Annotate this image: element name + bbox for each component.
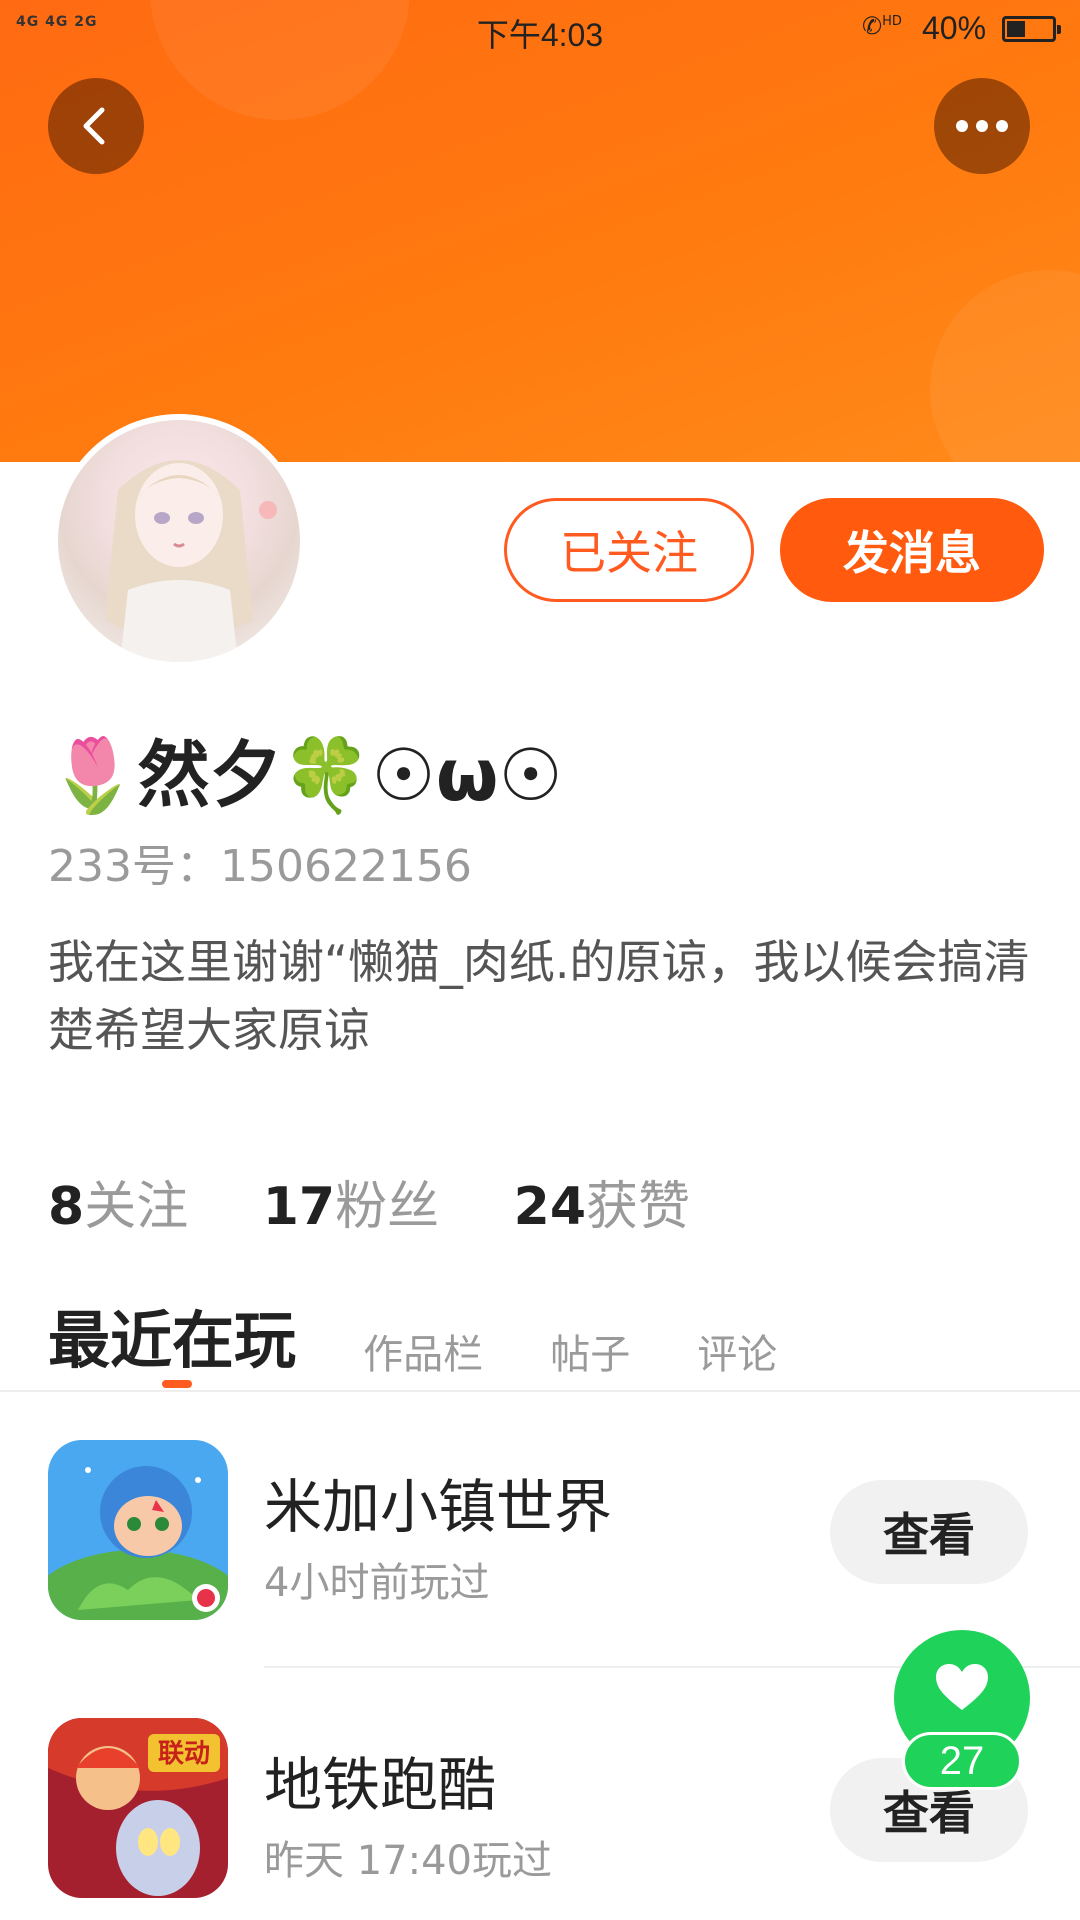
active-tab-indicator — [162, 1380, 192, 1388]
collab-badge: 联动 — [158, 1739, 210, 1769]
tab-divider — [0, 1390, 1080, 1392]
header-decoration — [930, 270, 1080, 462]
profile-tabs: 最近在玩 作品栏 帖子 评论 — [48, 1290, 839, 1380]
game-name: 米加小镇世界 — [264, 1473, 613, 1541]
status-time: 下午4:03 — [476, 17, 604, 53]
game-icon: 联动 — [48, 1718, 228, 1898]
stats-bar: 8关注 17粉丝 24获赞 — [48, 1164, 748, 1239]
tab-comments[interactable]: 评论 — [697, 1322, 777, 1380]
battery-icon — [1002, 16, 1061, 42]
call-label: HD — [882, 14, 902, 29]
heart-icon — [936, 1664, 988, 1710]
status-bar: 4G 4G 2G 下午4:03 ✆HD 40% — [0, 0, 1080, 60]
stat-value: 17 — [262, 1177, 336, 1237]
nickname: 🌷然夕🍀☉ω☉ — [48, 733, 563, 817]
battery-fill — [1007, 21, 1025, 37]
game-last-played: 昨天 17:40玩过 — [264, 1838, 552, 1884]
stat-following[interactable]: 8关注 — [48, 1164, 188, 1239]
more-dots-icon — [956, 120, 1008, 132]
stat-value: 8 — [48, 1177, 85, 1237]
stat-fans[interactable]: 17粉丝 — [263, 1164, 439, 1239]
game-last-played: 4小时前玩过 — [264, 1560, 490, 1606]
avatar-image — [58, 420, 300, 662]
back-button[interactable] — [48, 78, 144, 174]
battery-percent: 40% — [922, 10, 987, 46]
tab-posts[interactable]: 帖子 — [550, 1322, 630, 1380]
user-bio: 我在这里谢谢“懒猫_肉纸.的原谅，我以候会搞清楚希望大家原谅 — [48, 935, 1030, 1057]
phone-hd-icon: ✆HD — [862, 12, 902, 40]
following-button[interactable]: 已关注 — [504, 498, 754, 602]
tab-works[interactable]: 作品栏 — [363, 1322, 483, 1380]
game-icon — [48, 1440, 228, 1620]
chevron-left-icon — [83, 107, 105, 145]
game-name: 地铁跑酷 — [264, 1751, 497, 1819]
send-message-button[interactable]: 发消息 — [780, 498, 1044, 602]
tab-recently-played[interactable]: 最近在玩 — [48, 1290, 296, 1380]
profile-header-background — [0, 0, 1080, 462]
user-id: 233号：150622156 — [48, 841, 472, 892]
game-list-item[interactable]: 米加小镇世界 4小时前玩过 查看 — [0, 1440, 1080, 1620]
stat-label: 关注 — [84, 1177, 189, 1237]
like-count-badge: 27 — [902, 1732, 1022, 1790]
view-game-button[interactable]: 查看 — [830, 1480, 1028, 1584]
stat-value: 24 — [513, 1177, 587, 1237]
avatar[interactable] — [52, 414, 306, 668]
stat-likes[interactable]: 24获赞 — [514, 1164, 690, 1239]
stat-label: 粉丝 — [335, 1177, 440, 1237]
stat-label: 获赞 — [586, 1177, 691, 1237]
more-options-button[interactable] — [934, 78, 1030, 174]
